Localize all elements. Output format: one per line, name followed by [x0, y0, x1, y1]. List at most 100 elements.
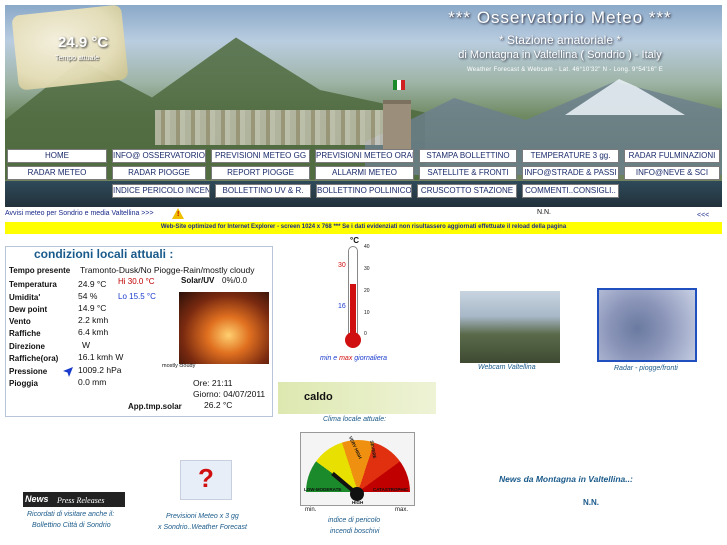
- nav-previsioni-gg[interactable]: PREVISIONI METEO GG: [211, 149, 310, 163]
- news-press-link[interactable]: Bollettino Città di Sondrio: [32, 522, 111, 529]
- condition-label: Dew point: [9, 305, 48, 314]
- conditions-title: condizioni locali attuali :: [34, 247, 174, 261]
- nav-radar-fulminazioni[interactable]: RADAR FULMINAZIONI: [624, 149, 720, 163]
- notice-banner-text: Web-Site optimized for Internet Explorer…: [160, 224, 567, 230]
- forecast-caption[interactable]: Previsioni Meteo x 3 gg: [166, 513, 239, 520]
- nav-report-piogge[interactable]: REPORT PIOGGE: [211, 166, 310, 180]
- condition-value: 6.4 kmh: [78, 327, 109, 337]
- gauge-caption[interactable]: incendi boschivi: [330, 528, 379, 535]
- nav-radar-piogge[interactable]: RADAR PIOGGE: [112, 166, 206, 180]
- nav-cruscotto-stazione[interactable]: CRUSCOTTO STAZIONE: [417, 184, 517, 198]
- news-logo-text: News: [25, 494, 49, 504]
- news-content: N.N.: [583, 498, 599, 507]
- nav-home[interactable]: HOME: [7, 149, 107, 163]
- observation-date: Giorno: 04/07/2011: [193, 389, 266, 399]
- news-press-caption: Ricordati di visitare anche il:: [27, 511, 115, 518]
- thermometer-bulb: [345, 332, 361, 348]
- condition-label: Direzione: [9, 342, 46, 351]
- clima-state: caldo: [304, 391, 333, 403]
- condition-label: Tempo presente: [9, 266, 71, 275]
- alert-ticker-message: N.N.: [537, 209, 551, 216]
- current-temperature-label: Tempo attuale: [55, 55, 99, 62]
- gauge-min: min.: [305, 507, 317, 513]
- site-subtitle: * Stazione amatoriale *: [498, 33, 622, 47]
- condition-label: Pressione: [9, 367, 48, 376]
- thermometer-caption-max: max: [339, 355, 353, 362]
- gauge-label: HIGH: [352, 500, 364, 505]
- clima-box: [278, 382, 436, 414]
- nav-bollettino-uv[interactable]: BOLLETTINO UV & R.: [215, 184, 311, 198]
- gauge-label: CATASTROPHIC: [373, 487, 409, 492]
- gauge-hub: [350, 487, 364, 501]
- site-location: di Montagna in Valtellina ( Sondrio ) - …: [458, 49, 662, 61]
- nav-temperature-3gg[interactable]: TEMPERATURE 3 gg.: [522, 149, 619, 163]
- condition-value: 1009.2 hPa: [78, 365, 122, 375]
- site-title: *** Osservatorio Meteo ***: [448, 8, 672, 27]
- site-coordinates: Weather Forecast & Webcam - Lat. 46°10'3…: [466, 67, 664, 73]
- nav-info-strade[interactable]: INFO@STRADE & PASSI: [522, 166, 619, 180]
- forecast-caption[interactable]: x Sondrio..Weather Forecast: [158, 524, 247, 531]
- nav-previsioni-orarie[interactable]: PREVISIONI METEO ORARIE: [315, 149, 414, 163]
- solar-uv-label: Solar/UV: [181, 276, 215, 285]
- nav-info-osservatorio[interactable]: INFO@ OSSERVATORIO: [112, 149, 206, 163]
- nav-allarmi-meteo[interactable]: ALLARMI METEO: [315, 166, 414, 180]
- italian-flag-icon: [393, 80, 405, 90]
- sky-condition-image: [179, 292, 269, 364]
- nav-stampa-bollettino[interactable]: STAMPA BOLLETTINO: [419, 149, 517, 163]
- condition-label: Temperatura: [9, 280, 57, 289]
- thermometer-max: 30: [338, 262, 346, 269]
- solar-uv-value: 0%/0.0: [222, 276, 247, 285]
- nav-satellite-fronti[interactable]: SATELLITE & FRONTI: [419, 166, 517, 180]
- radar-image[interactable]: [597, 288, 697, 362]
- webcam-image[interactable]: [460, 291, 560, 363]
- low-temperature: Lo 15.5 °C: [118, 292, 156, 301]
- condition-label: Raffiche(ora): [9, 354, 59, 363]
- alert-ticker-link[interactable]: Avvisi meteo per Sondrio e media Valtell…: [5, 210, 154, 217]
- condition-label: Raffiche: [9, 329, 41, 338]
- gauge-label: LOW-MODERATE: [304, 487, 342, 492]
- condition-label: Umidita': [9, 293, 41, 302]
- gauge-caption[interactable]: indice di pericolo: [328, 517, 380, 524]
- nav-radar-meteo[interactable]: RADAR METEO: [7, 166, 107, 180]
- condition-value: W: [82, 340, 91, 350]
- condition-value: Tramonto-Dusk/No Piogge-Rain/mostly clou…: [80, 265, 255, 275]
- alert-ticker-back[interactable]: <<<: [697, 212, 709, 219]
- thermometer-caption-min: min: [320, 355, 332, 362]
- condition-label: Pioggia: [9, 379, 38, 388]
- thermometer-caption-and: e: [333, 355, 338, 362]
- gauge-max: max.: [395, 507, 409, 513]
- sky-condition-label: mostly cloudy: [162, 363, 196, 369]
- question-mark-icon: ?: [198, 463, 214, 493]
- nav-bollettino-pollinico[interactable]: BOLLETTINO POLLINICO: [316, 184, 412, 198]
- castle-tower-graphic: [383, 100, 411, 155]
- nav-indice-incendi[interactable]: INDICE PERICOLO INCENDI: [112, 184, 210, 198]
- clima-caption: Clima locale attuale:: [323, 416, 387, 423]
- condition-value: 24.9 °C: [78, 279, 107, 289]
- thermometer-tick: 20: [364, 288, 370, 294]
- nav-info-neve[interactable]: INFO@NEVE & SCI: [624, 166, 720, 180]
- condition-value: 0.0 mm: [78, 377, 107, 387]
- thermometer-caption-rest: giornaliera: [354, 355, 387, 362]
- thermometer-tick: 40: [364, 244, 370, 250]
- thermometer-tick: 30: [364, 266, 370, 272]
- thermometer-tick: 0: [364, 331, 367, 337]
- thermometer-caption: min e max giornaliera: [320, 355, 387, 362]
- condition-value: 14.9 °C: [78, 303, 107, 313]
- news-title: News da Montagna in Valtellina..:: [499, 474, 633, 484]
- warning-icon-mark: !: [177, 211, 180, 218]
- nav-commenti-consigli[interactable]: COMMENTI..CONSIGLI..: [522, 184, 619, 198]
- high-temperature: Hi 30.0 °C: [118, 277, 155, 286]
- press-logo-text: Press Releases: [57, 496, 105, 505]
- webcam-caption[interactable]: Webcam Valtellina: [478, 364, 536, 371]
- apparent-temp-label: App.tmp.solar: [128, 402, 182, 411]
- apparent-temp-value: 26.2 °C: [204, 400, 233, 410]
- condition-label: Vento: [9, 317, 31, 326]
- thermometer-tick: 10: [364, 310, 370, 316]
- condition-value: 16.1 kmh W: [78, 352, 124, 362]
- village-graphic: [155, 110, 385, 145]
- condition-value: 54 %: [78, 291, 98, 301]
- thermometer-unit: °C: [350, 236, 359, 245]
- radar-caption[interactable]: Radar - piogge/fronti: [614, 365, 678, 372]
- observation-time: Ore: 21:11: [193, 378, 233, 388]
- thermometer-min: 16: [338, 303, 346, 310]
